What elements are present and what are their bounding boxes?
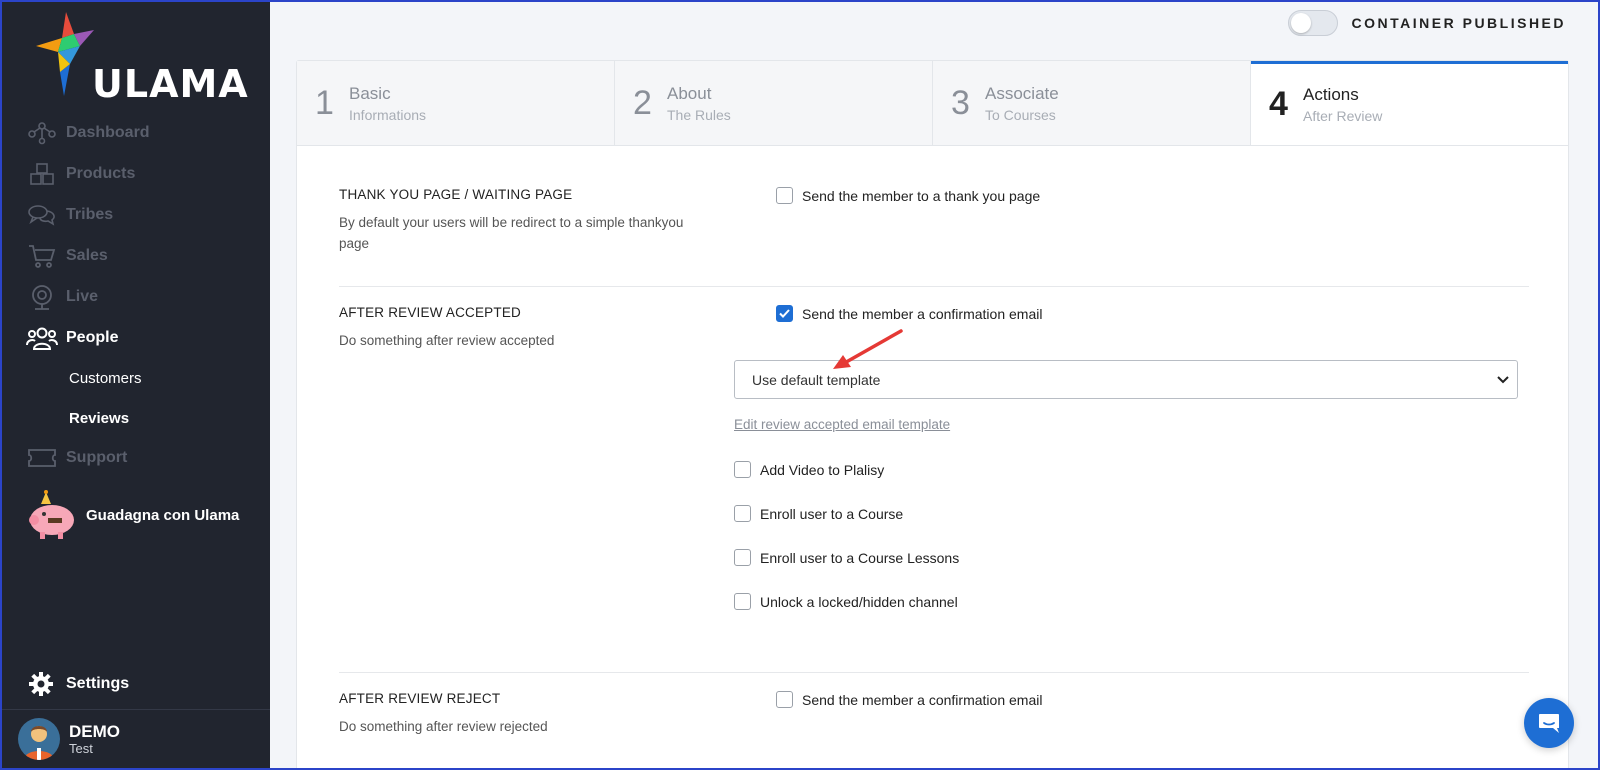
user-profile[interactable]: DEMO Test	[18, 718, 120, 760]
step-subtitle: Informations	[349, 106, 427, 123]
sidebar-item-settings[interactable]: Settings	[28, 671, 129, 697]
network-icon	[26, 119, 58, 147]
step-associate[interactable]: 3 Associate To Courses	[933, 61, 1251, 145]
divider	[0, 709, 270, 710]
wizard-steps: 1 Basic Informations 2 About The Rules 3 A…	[297, 61, 1568, 146]
checkbox[interactable]	[776, 691, 793, 708]
sidebar-item-label: Tribes	[66, 206, 114, 223]
cart-icon	[26, 242, 58, 270]
people-icon	[26, 324, 58, 352]
reject-confirmation-checkbox-row[interactable]: Send the member a confirmation email	[776, 691, 1042, 708]
checkbox-label: Send the member a confirmation email	[802, 691, 1043, 708]
step-about[interactable]: 2 About The Rules	[615, 61, 933, 145]
sidebar-item-people[interactable]: People	[26, 323, 118, 353]
promo-link[interactable]: Guadagna con Ulama	[26, 490, 239, 540]
user-subtitle: Test	[69, 740, 93, 756]
sidebar-subitem-reviews[interactable]: Reviews	[69, 410, 129, 427]
settings-label: Settings	[66, 675, 130, 692]
edit-template-link[interactable]: Edit review accepted email template	[734, 417, 950, 432]
ticket-icon	[26, 444, 58, 472]
step-basic[interactable]: 1 Basic Informations	[297, 61, 615, 145]
sidebar-subitem-customers[interactable]: Customers	[69, 370, 142, 387]
section-description: Do something after review rejected	[339, 719, 548, 734]
boxes-icon	[26, 160, 58, 188]
checkbox-label: Send the member a confirmation email	[802, 305, 1043, 322]
sidebar-item-sales[interactable]: Sales	[26, 241, 108, 271]
promo-label: Guadagna con Ulama	[86, 506, 240, 524]
step-subtitle: After Review	[1303, 108, 1383, 124]
step-number: 2	[633, 83, 652, 122]
sidebar-item-products[interactable]: Products	[26, 159, 135, 189]
step-title: Associate	[985, 83, 1059, 103]
gear-icon	[28, 671, 54, 697]
sidebar-item-label: Live	[66, 288, 99, 305]
review-settings-card: 1 Basic Informations 2 About The Rules 3 A…	[296, 60, 1569, 770]
divider	[339, 672, 1529, 673]
step-actions[interactable]: 4 Actions After Review	[1251, 61, 1568, 145]
confirmation-checkbox-row[interactable]: Send the member a confirmation email	[776, 305, 1042, 322]
step-number: 3	[951, 83, 970, 122]
red-arrow-annotation-icon	[833, 329, 903, 369]
step-number: 4	[1269, 85, 1288, 123]
ulama-logo[interactable]: ULAMA	[36, 12, 248, 106]
step-title: Basic	[349, 83, 391, 103]
checkbox[interactable]	[734, 461, 751, 478]
piggy-bank-icon	[26, 490, 78, 540]
logo-text: ULAMA	[92, 62, 249, 106]
sidebar-item-label: Sales	[66, 247, 108, 264]
section-description: By default your users will be redirect t…	[339, 215, 684, 251]
section-thank-you: THANK YOU PAGE / WAITING PAGE By default…	[339, 187, 1529, 254]
sidebar-item-label: Dashboard	[66, 124, 150, 141]
user-name: DEMO	[69, 721, 120, 741]
option-enroll-lessons[interactable]: Enroll user to a Course Lessons	[734, 549, 959, 566]
sidebar-item-label: People	[66, 329, 119, 346]
webcam-icon	[26, 283, 58, 311]
thank-you-checkbox-row[interactable]: Send the member to a thank you page	[776, 187, 1040, 204]
container-published-control: CONTAINER PUBLISHED	[1287, 10, 1566, 36]
option-unlock-channel[interactable]: Unlock a locked/hidden channel	[734, 593, 959, 610]
step-title: Actions	[1303, 85, 1359, 104]
chat-support-button[interactable]	[1524, 698, 1574, 748]
step-subtitle: The Rules	[667, 106, 731, 123]
step-number: 1	[315, 83, 334, 122]
sidebar: ULAMA Dashboard Products Tribes Sales Li…	[0, 0, 270, 770]
section-after-review-accepted: AFTER REVIEW ACCEPTED Do something after…	[339, 305, 1529, 351]
published-label: CONTAINER PUBLISHED	[1351, 15, 1566, 31]
checkbox-label: Send the member to a thank you page	[802, 187, 1041, 204]
divider	[339, 286, 1529, 287]
step-title: About	[667, 83, 712, 103]
chevron-down-icon	[1497, 375, 1509, 383]
checkbox-label: Add Video to Plalisy	[760, 461, 885, 478]
option-add-video[interactable]: Add Video to Plalisy	[734, 461, 959, 478]
checkbox-label: Unlock a locked/hidden channel	[760, 593, 958, 610]
sidebar-item-tribes[interactable]: Tribes	[26, 200, 113, 230]
checkbox[interactable]	[734, 593, 751, 610]
sidebar-item-dashboard[interactable]: Dashboard	[26, 118, 150, 148]
reject-option: Send the member a confirmation email	[776, 691, 1042, 708]
checkbox[interactable]	[734, 549, 751, 566]
thank-you-option: Send the member to a thank you page	[776, 187, 1040, 204]
option-enroll-course[interactable]: Enroll user to a Course	[734, 505, 959, 522]
checkbox[interactable]	[734, 505, 751, 522]
sidebar-item-live[interactable]: Live	[26, 282, 98, 312]
select-value: Use default template	[752, 371, 881, 388]
published-toggle[interactable]	[1287, 10, 1338, 36]
confirmation-option: Send the member a confirmation email	[776, 305, 1042, 322]
accepted-options: Add Video to Plalisy Enroll user to a Co…	[734, 461, 959, 610]
chat-bubbles-icon	[26, 201, 58, 229]
chat-icon	[1539, 714, 1559, 733]
checkbox-label: Enroll user to a Course	[760, 505, 904, 522]
step-subtitle: To Courses	[985, 106, 1056, 123]
sidebar-item-label: Support	[66, 449, 128, 466]
section-description: Do something after review accepted	[339, 333, 555, 348]
sidebar-item-label: Products	[66, 165, 136, 182]
checkbox[interactable]	[776, 187, 793, 204]
avatar	[18, 718, 60, 760]
hummingbird-logo-icon	[36, 12, 94, 96]
checkbox-label: Enroll user to a Course Lessons	[760, 549, 960, 566]
check-icon	[779, 309, 790, 318]
checkbox-checked[interactable]	[776, 305, 793, 322]
sidebar-item-support[interactable]: Support	[26, 443, 127, 473]
section-after-review-reject: AFTER REVIEW REJECT Do something after r…	[339, 691, 1529, 737]
